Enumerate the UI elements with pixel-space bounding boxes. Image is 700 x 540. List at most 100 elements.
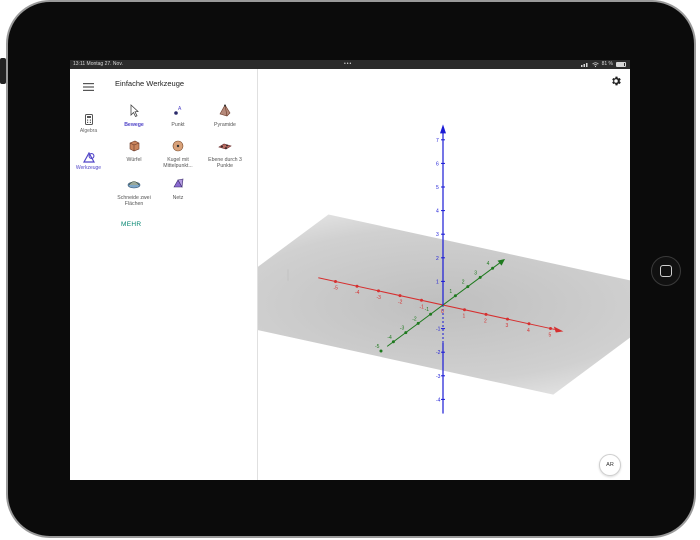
plane-three-points-icon bbox=[218, 143, 232, 150]
intersect-surfaces-icon bbox=[127, 181, 141, 189]
signal-icon bbox=[580, 63, 588, 67]
y-tick-label: -4 bbox=[387, 335, 392, 341]
tool-bewege[interactable]: Bewege bbox=[112, 104, 156, 128]
tool-kugel-label: Kugel mit Mittelpunkt... bbox=[163, 157, 193, 169]
side-button bbox=[0, 58, 6, 84]
y-tick-label: -2 bbox=[412, 316, 417, 322]
x-tick-label: -3 bbox=[377, 295, 382, 301]
tool-wuerfel-label: Würfel bbox=[126, 157, 142, 163]
screen: 13:11 Montag 27. Nov. ••• 81 % Algebra W… bbox=[70, 60, 630, 480]
y-tick-label: -5 bbox=[375, 344, 380, 350]
y-tick-label: 3 bbox=[474, 270, 477, 276]
tool-schneide-label: Schneide zwei Flächen bbox=[117, 195, 151, 207]
cube-icon bbox=[129, 140, 140, 152]
x-tick-mark bbox=[549, 327, 552, 330]
z-tick-label: 6 bbox=[436, 161, 439, 167]
side-rail: Algebra Werkzeuge bbox=[70, 69, 108, 480]
y-tick-mark bbox=[466, 285, 470, 289]
x-tick-label: 4 bbox=[527, 328, 530, 334]
x-tick-label: 1 bbox=[463, 314, 466, 320]
z-tick-label: 5 bbox=[436, 185, 439, 191]
tool-kugel[interactable]: Kugel mit Mittelpunkt... bbox=[156, 139, 200, 169]
y-tick-mark bbox=[391, 340, 395, 344]
z-tick-label: 4 bbox=[436, 209, 439, 215]
status-time: 13:11 Montag 27. Nov. bbox=[73, 61, 123, 67]
y-tick-label: 1 bbox=[449, 289, 452, 295]
tools-panel: Einfache Werkzeuge Bewege A Punkt Pyrami… bbox=[107, 69, 289, 480]
tool-netz[interactable]: Netz bbox=[156, 177, 200, 201]
x-tick-mark bbox=[377, 289, 380, 293]
z-tick-label: 3 bbox=[436, 232, 439, 238]
rail-item-algebra-label: Algebra bbox=[79, 128, 98, 134]
tool-schneide[interactable]: Schneide zwei Flächen bbox=[112, 177, 156, 207]
y-tick-mark bbox=[379, 349, 383, 353]
multitask-dots[interactable]: ••• bbox=[344, 60, 352, 69]
tool-pyramide-label: Pyramide bbox=[214, 122, 236, 128]
tool-punkt-label: Punkt bbox=[171, 122, 185, 128]
panel-title: Einfache Werkzeuge bbox=[115, 79, 185, 88]
status-bar: 13:11 Montag 27. Nov. ••• 81 % bbox=[70, 60, 630, 69]
tool-pyramide[interactable]: Pyramide bbox=[203, 104, 247, 128]
battery-icon bbox=[616, 62, 626, 67]
z-tick-label: -1 bbox=[436, 327, 441, 333]
point-icon: A bbox=[174, 106, 182, 115]
y-tick-mark bbox=[416, 321, 420, 325]
z-tick-label: -4 bbox=[436, 397, 441, 403]
more-button[interactable]: MEHR bbox=[121, 221, 141, 228]
z-tick-label: -3 bbox=[436, 374, 441, 380]
home-button-icon bbox=[660, 265, 672, 277]
x-tick-mark bbox=[355, 284, 359, 288]
x-tick-mark bbox=[484, 312, 488, 316]
rail-item-werkzeuge-label: Werkzeuge bbox=[75, 165, 102, 171]
tool-bewege-label: Bewege bbox=[124, 122, 144, 128]
ar-button[interactable]: AR bbox=[599, 454, 621, 476]
x-tick-label: -4 bbox=[355, 290, 360, 296]
rail-item-algebra[interactable]: Algebra bbox=[70, 114, 107, 134]
z-tick-label: 1 bbox=[436, 279, 439, 285]
svg-text:A: A bbox=[178, 106, 182, 112]
x-tick-label: 5 bbox=[549, 333, 552, 339]
x-tick-mark bbox=[527, 322, 531, 326]
sphere-icon bbox=[172, 140, 184, 152]
x-tick-mark bbox=[463, 308, 466, 312]
pyramid-icon bbox=[219, 104, 231, 117]
y-tick-mark bbox=[491, 266, 495, 270]
z-tick-label: 2 bbox=[436, 256, 439, 262]
y-tick-label: 4 bbox=[487, 261, 490, 267]
move-arrow-icon bbox=[130, 104, 139, 118]
x-tick-label: 3 bbox=[506, 323, 509, 329]
wifi-icon bbox=[591, 62, 599, 67]
calculator-icon bbox=[84, 114, 93, 125]
hamburger-menu-icon[interactable] bbox=[83, 83, 94, 91]
z-axis-arrowhead bbox=[440, 124, 446, 134]
net-icon bbox=[173, 178, 184, 188]
home-button[interactable] bbox=[651, 256, 681, 286]
tools-icon bbox=[82, 152, 95, 163]
y-tick-mark bbox=[478, 275, 482, 279]
y-tick-label: 2 bbox=[462, 280, 465, 286]
battery-percent: 81 % bbox=[601, 61, 613, 67]
x-tick-label: -2 bbox=[398, 300, 403, 306]
x-tick-label: 0 bbox=[441, 309, 444, 315]
x-tick-mark bbox=[334, 280, 337, 283]
y-tick-mark bbox=[453, 294, 457, 298]
x-tick-mark bbox=[420, 298, 423, 302]
rail-item-werkzeuge[interactable]: Werkzeuge bbox=[70, 152, 107, 171]
graphics-3d-view[interactable]: -5-4-3-2-1012345-5-4-3-2-112347654321-1-… bbox=[258, 69, 630, 480]
tool-wuerfel[interactable]: Würfel bbox=[112, 139, 156, 163]
y-tick-label: -3 bbox=[400, 326, 405, 332]
z-tick-label: -2 bbox=[436, 350, 441, 356]
tool-ebene[interactable]: Ebene durch 3 Punkte bbox=[203, 139, 247, 169]
tool-ebene-label: Ebene durch 3 Punkte bbox=[208, 157, 242, 169]
x-tick-label: -1 bbox=[420, 304, 425, 310]
x-tick-mark bbox=[398, 294, 402, 298]
y-tick-label: -1 bbox=[425, 307, 430, 313]
status-indicators: 81 % bbox=[580, 60, 626, 69]
tool-punkt[interactable]: A Punkt bbox=[156, 104, 200, 128]
z-tick-label: 7 bbox=[436, 138, 439, 144]
tool-netz-label: Netz bbox=[172, 195, 184, 201]
x-tick-mark bbox=[506, 317, 509, 321]
y-tick-mark bbox=[404, 331, 408, 335]
gear-icon[interactable] bbox=[610, 75, 622, 87]
x-tick-label: -5 bbox=[334, 286, 339, 292]
